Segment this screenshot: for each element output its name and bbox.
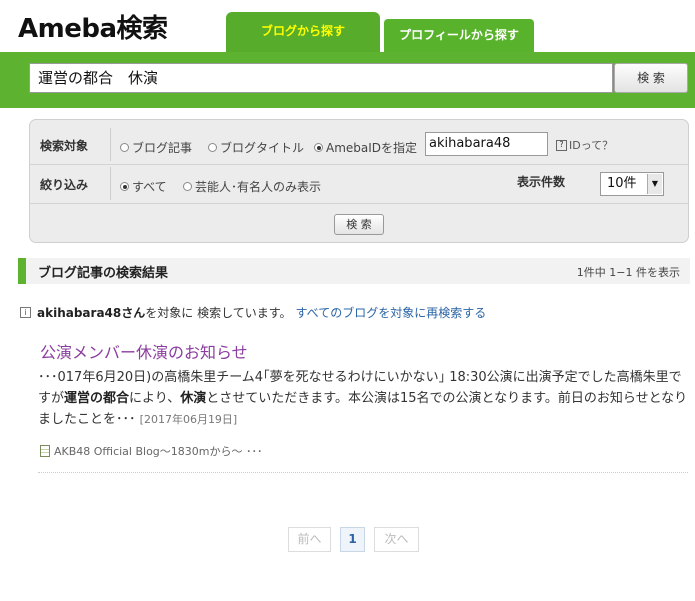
radio-selected-icon <box>120 182 129 191</box>
results-title: ブログ記事の検索結果 <box>38 266 169 281</box>
ameba-id-input[interactable]: akihabara48 <box>425 132 548 156</box>
divider <box>30 164 688 165</box>
radio-label: AmebaIDを指定 <box>326 141 418 155</box>
radio-label: 芸能人･有名人のみ表示 <box>195 180 322 194</box>
blog-document-icon <box>40 445 50 457</box>
help-icon: ? <box>556 139 567 151</box>
display-count-label: 表示件数 <box>517 175 566 189</box>
radio-icon <box>208 143 217 152</box>
options-search-button[interactable]: 検 索 <box>334 214 384 235</box>
radio-icon <box>120 143 129 152</box>
radio-ameba-id[interactable]: AmebaIDを指定 <box>314 139 417 156</box>
radio-filter-celebrity[interactable]: 芸能人･有名人のみ表示 <box>183 178 321 195</box>
info-icon: i <box>20 307 31 318</box>
search-input[interactable]: 運営の都合 休演 <box>29 63 613 93</box>
id-help-link[interactable]: ? IDって？ <box>556 137 613 153</box>
scope-text: を対象に 検索しています。 <box>145 306 292 320</box>
result-divider <box>38 472 688 473</box>
help-text: IDって？ <box>569 139 614 152</box>
radio-selected-icon <box>314 143 323 152</box>
snippet-highlight: 運営の都合 <box>64 391 130 406</box>
snippet-text: により、 <box>129 391 181 406</box>
divider <box>30 203 688 204</box>
radio-blog-article[interactable]: ブログ記事 <box>120 139 192 156</box>
radio-label: ブログタイトル <box>220 141 305 155</box>
result-snippet: ･･･017年6月20日)の高橋朱里チーム4｢夢を死なせるわけにいかない｣ 18… <box>38 367 688 430</box>
results-count: 1件中 1−1 件を表示 <box>576 266 680 279</box>
pagination-prev[interactable]: 前へ <box>288 527 331 552</box>
dropdown-arrow-icon: ▼ <box>647 174 662 194</box>
filter-label: 絞り込み <box>40 178 89 192</box>
tab-blog-search[interactable]: ブログから探す <box>226 12 380 54</box>
radio-blog-title[interactable]: ブログタイトル <box>208 139 304 156</box>
radio-label: すべて <box>132 180 167 194</box>
divider <box>110 167 111 200</box>
pagination-current-page[interactable]: 1 <box>340 527 365 552</box>
target-label: 検索対象 <box>40 139 89 153</box>
results-heading: ブログ記事の検索結果 1件中 1−1 件を表示 <box>18 258 690 284</box>
radio-filter-all[interactable]: すべて <box>120 178 167 195</box>
search-scope-info: i akihabara48さん を対象に 検索しています。 すべてのブログを対象… <box>20 304 486 321</box>
search-button[interactable]: 検 索 <box>614 63 688 93</box>
display-count-select[interactable]: 10件 ▼ <box>600 172 664 196</box>
heading-accent-bar <box>18 258 26 284</box>
snippet-highlight: 休演 <box>180 391 207 406</box>
radio-icon <box>183 182 192 191</box>
pagination-next[interactable]: 次へ <box>374 527 419 552</box>
divider <box>110 128 111 161</box>
source-blog-name[interactable]: AKB48 Official Blog〜1830mから〜 ･･･ <box>54 443 263 459</box>
result-date: [2017年06月19日] <box>139 413 238 426</box>
radio-label: ブログ記事 <box>132 141 193 155</box>
select-value: 10件 <box>607 176 637 191</box>
result-source[interactable]: AKB48 Official Blog〜1830mから〜 ･･･ <box>40 443 263 459</box>
tab-profile-search[interactable]: プロフィールから探す <box>382 17 536 54</box>
research-all-blogs-link[interactable]: すべてのブログを対象に再検索する <box>296 304 487 321</box>
target-user: akihabara48さん <box>37 306 146 320</box>
result-title-link[interactable]: 公演メンバー休演のお知らせ <box>40 339 248 363</box>
ameba-search-logo[interactable]: Ameba検索 <box>18 8 168 45</box>
